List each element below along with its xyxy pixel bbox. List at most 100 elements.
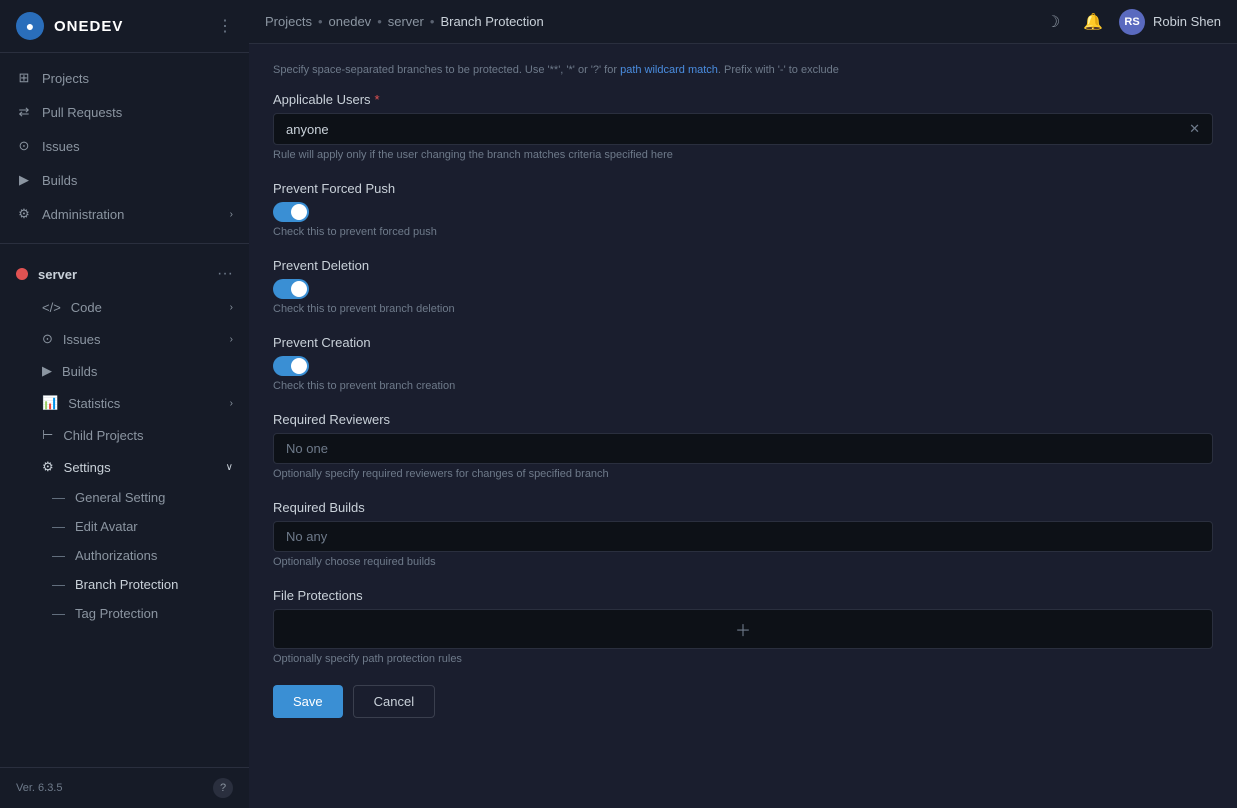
- required-builds-hint: Optionally choose required builds: [273, 556, 1213, 568]
- save-button[interactable]: Save: [273, 685, 343, 718]
- global-nav: ⊞ Projects ⇄ Pull Requests ⊙ Issues ▶ Bu…: [0, 53, 249, 239]
- applicable-users-group: Applicable Users * anyone ✕ Rule will ap…: [273, 92, 1213, 161]
- project-color-dot: [16, 268, 28, 280]
- settings-item-label: General Setting: [75, 490, 165, 505]
- sidebar-collapse-button[interactable]: ⋮: [217, 16, 233, 36]
- settings-item-edit-avatar[interactable]: — Edit Avatar: [0, 512, 249, 541]
- required-reviewers-select[interactable]: No one: [273, 433, 1213, 464]
- breadcrumb-server[interactable]: server: [388, 14, 424, 29]
- sidebar-item-statistics[interactable]: 📊 Statistics ›: [0, 387, 249, 419]
- chevron-right-icon: ›: [230, 398, 233, 409]
- issue-icon: ⊙: [16, 138, 32, 154]
- prevent-deletion-group: Prevent Deletion Check this to prevent b…: [273, 258, 1213, 315]
- breadcrumb-projects[interactable]: Projects: [265, 14, 312, 29]
- sidebar-item-administration[interactable]: ⚙ Administration ›: [0, 197, 249, 231]
- file-protections-field[interactable]: ＋: [273, 609, 1213, 649]
- sidebar-item-child-projects[interactable]: ⊢ Child Projects: [0, 419, 249, 451]
- sidebar-item-label: Administration: [42, 207, 124, 222]
- avatar: RS: [1119, 9, 1145, 35]
- pull-request-icon: ⇄: [16, 104, 32, 120]
- sidebar-item-label: Statistics: [68, 396, 120, 411]
- chevron-right-icon: ›: [230, 302, 233, 313]
- sidebar-item-label: Projects: [42, 71, 89, 86]
- builds-icon: ▶: [42, 363, 52, 379]
- user-menu[interactable]: RS Robin Shen: [1119, 9, 1221, 35]
- wildcard-match-link[interactable]: path wildcard match: [620, 64, 718, 76]
- file-protections-group: File Protections ＋ Optionally specify pa…: [273, 588, 1213, 665]
- project-menu-button[interactable]: ···: [217, 265, 233, 283]
- settings-item-branch-protection[interactable]: — Branch Protection: [0, 570, 249, 599]
- sidebar-item-builds[interactable]: ▶ Builds: [0, 163, 249, 197]
- applicable-users-label: Applicable Users *: [273, 92, 1213, 107]
- add-file-protection-button[interactable]: ＋: [727, 617, 759, 641]
- content-area: Specify space-separated branches to be p…: [249, 44, 1237, 808]
- sidebar: ● ONEDEV ⋮ ⊞ Projects ⇄ Pull Requests ⊙ …: [0, 0, 249, 808]
- user-name: Robin Shen: [1153, 14, 1221, 29]
- chevron-right-icon: ›: [230, 334, 233, 345]
- sidebar-item-code[interactable]: </> Code ›: [0, 292, 249, 323]
- sidebar-item-label: Child Projects: [63, 428, 143, 443]
- app-title: ONEDEV: [54, 18, 123, 35]
- prevent-forced-push-label: Prevent Forced Push: [273, 181, 1213, 196]
- theme-toggle-button[interactable]: ☽: [1039, 8, 1067, 36]
- required-reviewers-hint: Optionally specify required reviewers fo…: [273, 468, 1213, 480]
- gear-icon: ⚙: [16, 206, 32, 222]
- clear-input-button[interactable]: ✕: [1189, 121, 1200, 137]
- sidebar-item-issues[interactable]: ⊙ Issues ›: [0, 323, 249, 355]
- sidebar-item-pull-requests[interactable]: ⇄ Pull Requests: [0, 95, 249, 129]
- circle-play-icon: ▶: [16, 172, 32, 188]
- branches-hint: Specify space-separated branches to be p…: [273, 64, 1213, 76]
- settings-item-authorizations[interactable]: — Authorizations: [0, 541, 249, 570]
- prevent-deletion-toggle[interactable]: [273, 279, 309, 299]
- required-builds-select[interactable]: No any: [273, 521, 1213, 552]
- prevent-creation-toggle[interactable]: [273, 356, 309, 376]
- version-text: Ver. 6.3.5: [16, 782, 62, 794]
- sidebar-item-issues[interactable]: ⊙ Issues: [0, 129, 249, 163]
- project-header[interactable]: server ···: [0, 256, 249, 292]
- tree-icon: ⊢: [42, 427, 53, 443]
- sidebar-item-projects[interactable]: ⊞ Projects: [0, 61, 249, 95]
- prevent-creation-hint: Check this to prevent branch creation: [273, 380, 1213, 392]
- breadcrumb-onedev[interactable]: onedev: [329, 14, 372, 29]
- issue-icon: ⊙: [42, 331, 53, 347]
- prevent-forced-push-group: Prevent Forced Push Check this to preven…: [273, 181, 1213, 238]
- cancel-button[interactable]: Cancel: [353, 685, 435, 718]
- required-reviewers-label: Required Reviewers: [273, 412, 1213, 427]
- topbar-actions: ☽ 🔔 RS Robin Shen: [1039, 8, 1221, 36]
- main-area: Projects • onedev • server • Branch Prot…: [249, 0, 1237, 808]
- sidebar-item-label: Issues: [42, 139, 80, 154]
- sidebar-divider: [0, 243, 249, 244]
- sidebar-item-label: Builds: [42, 173, 77, 188]
- required-builds-group: Required Builds No any Optionally choose…: [273, 500, 1213, 568]
- settings-item-general[interactable]: — General Setting: [0, 483, 249, 512]
- prevent-creation-group: Prevent Creation Check this to prevent b…: [273, 335, 1213, 392]
- app-logo: ●: [16, 12, 44, 40]
- sidebar-item-label: Pull Requests: [42, 105, 122, 120]
- notifications-button[interactable]: 🔔: [1079, 8, 1107, 36]
- prevent-deletion-label: Prevent Deletion: [273, 258, 1213, 273]
- sidebar-item-settings[interactable]: ⚙ Settings ∨: [0, 451, 249, 483]
- settings-item-label: Branch Protection: [75, 577, 178, 592]
- settings-item-label: Authorizations: [75, 548, 157, 563]
- required-builds-label: Required Builds: [273, 500, 1213, 515]
- sliders-icon: ⚙: [42, 459, 54, 475]
- settings-item-label: Tag Protection: [75, 606, 158, 621]
- sidebar-item-label: Builds: [62, 364, 97, 379]
- prevent-creation-label: Prevent Creation: [273, 335, 1213, 350]
- sidebar-header: ● ONEDEV ⋮: [0, 0, 249, 53]
- action-buttons: Save Cancel: [273, 685, 1213, 718]
- required-indicator: *: [375, 92, 380, 107]
- prevent-deletion-hint: Check this to prevent branch deletion: [273, 303, 1213, 315]
- breadcrumb: Projects • onedev • server • Branch Prot…: [265, 14, 544, 29]
- code-icon: </>: [42, 300, 61, 315]
- file-protections-hint: Optionally specify path protection rules: [273, 653, 1213, 665]
- sidebar-item-builds[interactable]: ▶ Builds: [0, 355, 249, 387]
- sidebar-item-label: Issues: [63, 332, 101, 347]
- prevent-forced-push-toggle[interactable]: [273, 202, 309, 222]
- applicable-users-input[interactable]: anyone ✕: [273, 113, 1213, 145]
- sidebar-item-label: Settings: [64, 460, 111, 475]
- prevent-forced-push-hint: Check this to prevent forced push: [273, 226, 1213, 238]
- file-protections-label: File Protections: [273, 588, 1213, 603]
- settings-item-tag-protection[interactable]: — Tag Protection: [0, 599, 249, 628]
- help-button[interactable]: ?: [213, 778, 233, 798]
